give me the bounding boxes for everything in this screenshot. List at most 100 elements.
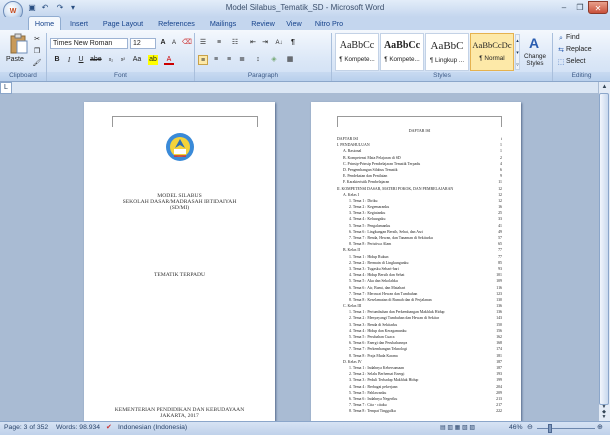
toc-entry-text: 6. Tema 6 : Energi dan Perubahannya (349, 341, 408, 346)
zoom-out-icon[interactable]: ⊖ (527, 422, 533, 434)
tab-review[interactable]: Review (248, 17, 278, 30)
replace-button[interactable]: Replace (566, 46, 592, 53)
header-frame (112, 116, 258, 127)
toc-entry-text: 6. Tema 6 : Indahnya Negeriku (349, 396, 398, 401)
minimize-button[interactable]: – (556, 1, 572, 14)
document-canvas: MODEL SILABUS SEKOLAH DASAR/MADRASAH IBT… (0, 94, 598, 421)
tab-insert[interactable]: Insert (64, 17, 94, 30)
align-right-icon[interactable]: ≡ (224, 55, 234, 65)
tab-view[interactable]: View (281, 17, 307, 30)
toc-entry-text: D. Kelas IV (343, 359, 362, 364)
style-lingkup[interactable]: AaBbC ¶ Lingkup ... (425, 33, 469, 71)
toc-entry-text: A. Kelas I (343, 192, 359, 197)
align-left-icon[interactable]: ≡ (198, 55, 208, 65)
tab-mailings[interactable]: Mailings (203, 17, 243, 30)
tab-page-layout[interactable]: Page Layout (98, 17, 148, 30)
bullets-icon[interactable]: ☰ (198, 38, 208, 48)
style-kompetensi-1[interactable]: AaBbCc ¶ Kompete... (335, 33, 379, 71)
toc-entry[interactable]: 8. Tema 8 : Tempat Tinggalku 222 (337, 408, 502, 414)
font-name-select[interactable]: Times New Roman (50, 38, 128, 49)
toc-entry-text: E. Pendekatan dan Penilaian (343, 174, 388, 179)
toc-entry-text: 5. Tema 5 : Pahlawanku (349, 390, 387, 395)
clear-formatting-icon[interactable]: ⌫ (182, 38, 192, 48)
multilevel-list-icon[interactable]: ☷ (230, 38, 240, 48)
change-styles-icon[interactable]: A (525, 34, 543, 52)
strikethrough-icon[interactable]: abe (90, 55, 102, 65)
save-icon[interactable]: ▣ (27, 3, 37, 13)
redo-icon[interactable]: ↷ (55, 3, 65, 13)
select-icon[interactable]: ⬚ (556, 58, 566, 68)
borders-icon[interactable]: ▦ (285, 55, 295, 65)
underline-icon[interactable]: U (76, 55, 86, 65)
justify-icon[interactable]: ≣ (237, 55, 247, 65)
scroll-thumb[interactable] (599, 93, 609, 405)
toc-entry-text: 3. Tema 3 : Kegiatanku (349, 211, 386, 216)
shrink-font-icon[interactable]: A (169, 38, 179, 48)
tut-wuri-handayani-logo-icon (165, 132, 195, 162)
superscript-icon[interactable]: x² (118, 55, 128, 65)
page-count-status[interactable]: Page: 3 of 352 (4, 422, 48, 434)
change-styles-button[interactable]: Change Styles (520, 53, 550, 67)
tab-selector-icon[interactable]: L (0, 82, 12, 94)
increase-indent-icon[interactable]: ⇥ (260, 38, 270, 48)
tab-home[interactable]: Home (28, 16, 61, 30)
style-normal[interactable]: AaBbCcDc ¶ Normal (470, 33, 514, 71)
view-buttons-icon[interactable]: ▤ ▥ ▦ ▧ ▨ (440, 422, 475, 434)
scroll-nav-icons[interactable]: ▼ ◆ ▼ (599, 405, 609, 421)
find-icon[interactable]: ⌕ (556, 34, 566, 44)
cut-icon[interactable]: ✂ (32, 35, 42, 45)
word-count-status[interactable]: Words: 98.934 (56, 422, 100, 434)
paste-icon[interactable] (8, 33, 30, 55)
scroll-up-icon[interactable]: ▲ (599, 82, 610, 92)
document-footer-line-2: JAKARTA, 2017 (160, 413, 199, 419)
font-size-select[interactable]: 12 (130, 38, 156, 49)
style-name: ¶ Lingkup ... (429, 57, 465, 64)
replace-icon[interactable]: ⇆ (556, 46, 566, 56)
zoom-level[interactable]: 46% (509, 422, 523, 434)
numbering-icon[interactable]: ≡ (214, 38, 224, 48)
font-color-icon[interactable]: A (164, 55, 174, 65)
style-name: ¶ Kompete... (384, 56, 420, 63)
show-formatting-icon[interactable]: ¶ (288, 38, 298, 48)
paste-button[interactable]: Paste (6, 56, 34, 63)
close-button[interactable]: ✕ (588, 1, 608, 14)
find-button[interactable]: Find (566, 34, 580, 41)
highlight-icon[interactable]: ab (148, 55, 158, 65)
qat-dropdown-icon[interactable]: ▾ (68, 3, 78, 13)
proofing-icon[interactable]: ✔ (106, 422, 112, 434)
italic-icon[interactable]: I (64, 55, 74, 65)
toc-entry-text: 7. Tema 7 : Benda, Hewan, dan Tanaman di… (349, 236, 433, 240)
window-title: Model Silabus_Tematik_SD - Microsoft Wor… (225, 3, 385, 12)
subscript-icon[interactable]: x₂ (106, 55, 116, 65)
undo-icon[interactable]: ↶ (40, 3, 50, 13)
toc-entry-text: C. Kelas III (343, 304, 362, 309)
decrease-indent-icon[interactable]: ⇤ (248, 38, 258, 48)
line-spacing-icon[interactable]: ↕ (253, 55, 263, 65)
sort-icon[interactable]: A↓ (274, 38, 284, 48)
toc-entry-text: 8. Tema 8 : Keselamatan di Rumah dan di … (349, 297, 432, 302)
restore-button[interactable]: ❐ (572, 1, 588, 14)
toc-entry-text: 2. Tema 2 : Bermain di Lingkunganku (349, 260, 409, 265)
tab-references[interactable]: References (153, 17, 200, 30)
zoom-slider-handle[interactable] (548, 424, 553, 433)
toc-entry-text: I. PENDAHULUAN (337, 143, 370, 148)
zoom-slider-track[interactable] (537, 428, 595, 429)
copy-icon[interactable]: ❐ (32, 47, 42, 57)
language-status[interactable]: Indonesian (Indonesia) (118, 422, 187, 434)
align-center-icon[interactable]: ≡ (211, 55, 221, 65)
toc-entry-text: 4. Tema 4 : Berbagai pekerjaan (349, 384, 398, 389)
toc-entry-text: 1. Tema 1 : Diriku (349, 198, 378, 203)
select-button[interactable]: Select (566, 58, 585, 65)
toc-entry-text: 5. Tema 5 : Perubahan Cuaca (349, 335, 395, 339)
bold-icon[interactable]: B (52, 55, 62, 65)
tab-nitro-pro[interactable]: Nitro Pro (309, 17, 349, 30)
change-case-icon[interactable]: Aa (132, 55, 142, 65)
document-subtitle: TEMATIK TERPADU (153, 272, 206, 278)
grow-font-icon[interactable]: A (158, 38, 168, 48)
format-painter-icon[interactable]: 🖌 (32, 59, 42, 69)
style-name: ¶ Normal (479, 55, 505, 62)
header-frame (337, 116, 502, 127)
shading-icon[interactable]: ◈ (269, 55, 279, 65)
style-kompetensi-2[interactable]: AaBbCc ¶ Kompete... (380, 33, 424, 71)
zoom-in-icon[interactable]: ⊕ (597, 422, 603, 434)
